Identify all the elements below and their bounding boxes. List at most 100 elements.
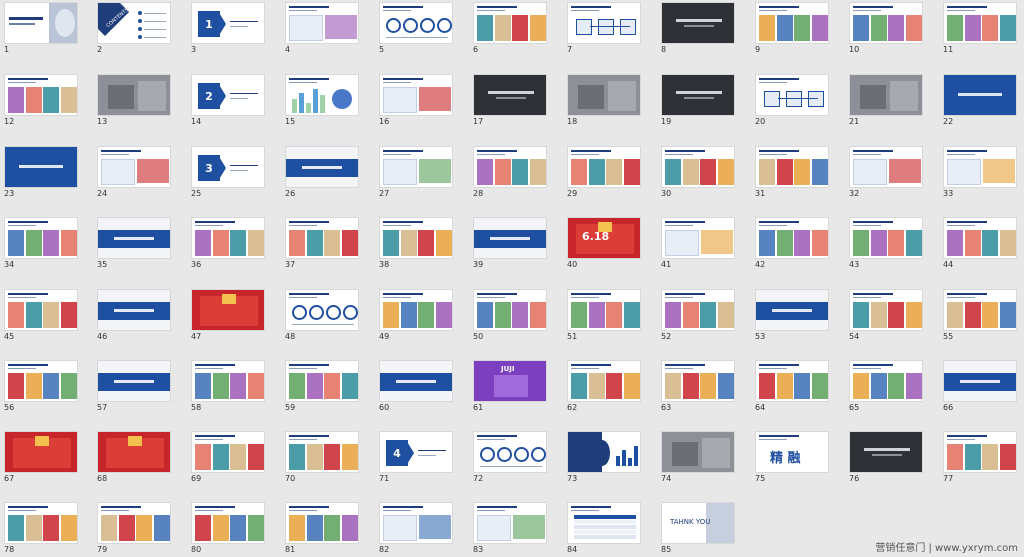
slide-thumbnail-39[interactable]: 39 <box>469 215 559 272</box>
slide-thumbnail-68[interactable]: 68 <box>93 429 183 486</box>
slide-thumbnail-43[interactable]: 43 <box>845 215 935 272</box>
slide-preview <box>755 289 829 331</box>
slide-thumbnail-32[interactable]: 32 <box>845 144 935 201</box>
slide-thumbnail-6[interactable]: 6 <box>469 0 559 57</box>
slide-thumbnail-15[interactable]: 15 <box>281 72 371 129</box>
slide-thumbnail-70[interactable]: 70 <box>281 429 371 486</box>
slide-thumbnail-5[interactable]: 5 <box>375 0 465 57</box>
slide-thumbnail-60[interactable]: 60 <box>375 358 465 415</box>
slide-thumbnail-26[interactable]: 26 <box>281 144 371 201</box>
photo-block <box>776 230 793 256</box>
slide-thumbnail-27[interactable]: 27 <box>375 144 465 201</box>
slide-thumbnail-79[interactable]: 79 <box>93 500 183 557</box>
slide-thumbnail-75[interactable]: 精 融 75 <box>751 429 841 486</box>
slide-thumbnail-37[interactable]: 37 <box>281 215 371 272</box>
slide-thumbnail-63[interactable]: 63 <box>657 358 747 415</box>
slide-thumbnail-48[interactable]: 48 <box>281 287 371 344</box>
slide-thumbnail-28[interactable]: 28 <box>469 144 559 201</box>
slide-thumbnail-19[interactable]: 19 <box>657 72 747 129</box>
slide-thumbnail-55[interactable]: 55 <box>939 287 1024 344</box>
slide-thumbnail-3[interactable]: 13 <box>187 0 277 57</box>
slide-thumbnail-81[interactable]: 81 <box>281 500 371 557</box>
slide-thumbnail-61[interactable]: JUJI 61 <box>469 358 559 415</box>
slide-thumbnail-53[interactable]: 53 <box>751 287 841 344</box>
slide-thumbnail-23[interactable]: 23 <box>0 144 90 201</box>
slide-thumbnail-71[interactable]: 4 71 <box>375 429 465 486</box>
slide-thumbnail-52[interactable]: 52 <box>657 287 747 344</box>
slide-thumbnail-50[interactable]: 50 <box>469 287 559 344</box>
slide-number: 40 <box>567 260 578 269</box>
slide-number: 37 <box>285 260 296 269</box>
slide-thumbnail-2[interactable]: CONTENTS 2 <box>93 0 183 57</box>
slide-thumbnail-1[interactable]: 1 <box>0 0 90 57</box>
slide-thumbnail-51[interactable]: 51 <box>563 287 653 344</box>
slide-thumbnail-40[interactable]: 6.18 40 <box>563 215 653 272</box>
slide-thumbnail-14[interactable]: 2 14 <box>187 72 277 129</box>
slide-number: 19 <box>661 117 672 126</box>
slide-thumbnail-82[interactable]: 82 <box>375 500 465 557</box>
slide-thumbnail-59[interactable]: 59 <box>281 358 371 415</box>
slide-thumbnail-35[interactable]: 35 <box>93 215 183 272</box>
slide-thumbnail-21[interactable]: 21 <box>845 72 935 129</box>
slide-thumbnail-30[interactable]: 30 <box>657 144 747 201</box>
slide-thumbnail-17[interactable]: 17 <box>469 72 559 129</box>
slide-thumbnail-22[interactable]: 22 <box>939 72 1024 129</box>
slide-thumbnail-9[interactable]: 9 <box>751 0 841 57</box>
photo-block <box>888 302 904 328</box>
slide-thumbnail-58[interactable]: 58 <box>187 358 277 415</box>
photo-block <box>700 302 716 328</box>
slide-thumbnail-11[interactable]: 11 <box>939 0 1024 57</box>
slide-thumbnail-25[interactable]: 3 25 <box>187 144 277 201</box>
slide-thumbnail-64[interactable]: 64 <box>751 358 841 415</box>
slide-thumbnail-31[interactable]: 31 <box>751 144 841 201</box>
slide-thumbnail-45[interactable]: 45 <box>0 287 90 344</box>
slide-thumbnail-38[interactable]: 38 <box>375 215 465 272</box>
slide-title-bar <box>571 150 611 152</box>
photo-block <box>982 302 998 328</box>
slide-thumbnail-56[interactable]: 56 <box>0 358 90 415</box>
slide-thumbnail-20[interactable]: 20 <box>751 72 841 129</box>
slide-thumbnail-54[interactable]: 54 <box>845 287 935 344</box>
slide-thumbnail-69[interactable]: 69 <box>187 429 277 486</box>
slide-thumbnail-41[interactable]: 41 <box>657 215 747 272</box>
slide-thumbnail-83[interactable]: 83 <box>469 500 559 557</box>
slide-thumbnail-18[interactable]: 18 <box>563 72 653 129</box>
slide-thumbnail-10[interactable]: 10 <box>845 0 935 57</box>
slide-title-bar <box>8 364 48 366</box>
slide-thumbnail-84[interactable]: 84 <box>563 500 653 557</box>
slide-thumbnail-29[interactable]: 29 <box>563 144 653 201</box>
slide-thumbnail-67[interactable]: 67 <box>0 429 90 486</box>
slide-thumbnail-80[interactable]: 80 <box>187 500 277 557</box>
slide-thumbnail-77[interactable]: 77 <box>939 429 1024 486</box>
slide-thumbnail-47[interactable]: 47 <box>187 287 277 344</box>
slide-thumbnail-72[interactable]: 72 <box>469 429 559 486</box>
slide-thumbnail-66[interactable]: 66 <box>939 358 1024 415</box>
slide-thumbnail-13[interactable]: 13 <box>93 72 183 129</box>
slide-thumbnail-8[interactable]: 8 <box>657 0 747 57</box>
slide-thumbnail-4[interactable]: 4 <box>281 0 371 57</box>
slide-thumbnail-62[interactable]: 62 <box>563 358 653 415</box>
slide-thumbnail-33[interactable]: 33 <box>939 144 1024 201</box>
photo-block <box>811 15 828 41</box>
slide-thumbnail-57[interactable]: 57 <box>93 358 183 415</box>
slide-thumbnail-76[interactable]: 76 <box>845 429 935 486</box>
slide-thumbnail-16[interactable]: 16 <box>375 72 465 129</box>
slide-thumbnail-78[interactable]: 78 <box>0 500 90 557</box>
slide-thumbnail-73[interactable]: 73 <box>563 429 653 486</box>
slide-thumbnail-24[interactable]: 24 <box>93 144 183 201</box>
slide-thumbnail-49[interactable]: 49 <box>375 287 465 344</box>
slide-thumbnail-44[interactable]: 44 <box>939 215 1024 272</box>
slide-thumbnail-12[interactable]: 12 <box>0 72 90 129</box>
slide-subtitle-bar <box>665 297 693 298</box>
slide-thumbnail-85[interactable]: TAHNK YOU 85 <box>657 500 747 557</box>
slide-number: 11 <box>943 45 954 54</box>
slide-thumbnail-42[interactable]: 42 <box>751 215 841 272</box>
slide-thumbnail-36[interactable]: 36 <box>187 215 277 272</box>
slide-thumbnail-34[interactable]: 34 <box>0 215 90 272</box>
slide-title-bar <box>383 293 423 295</box>
slide-thumbnail-46[interactable]: 46 <box>93 287 183 344</box>
slide-thumbnail-7[interactable]: 7 <box>563 0 653 57</box>
slide-preview: 1 <box>191 2 265 44</box>
slide-thumbnail-65[interactable]: 65 <box>845 358 935 415</box>
slide-thumbnail-74[interactable]: 74 <box>657 429 747 486</box>
